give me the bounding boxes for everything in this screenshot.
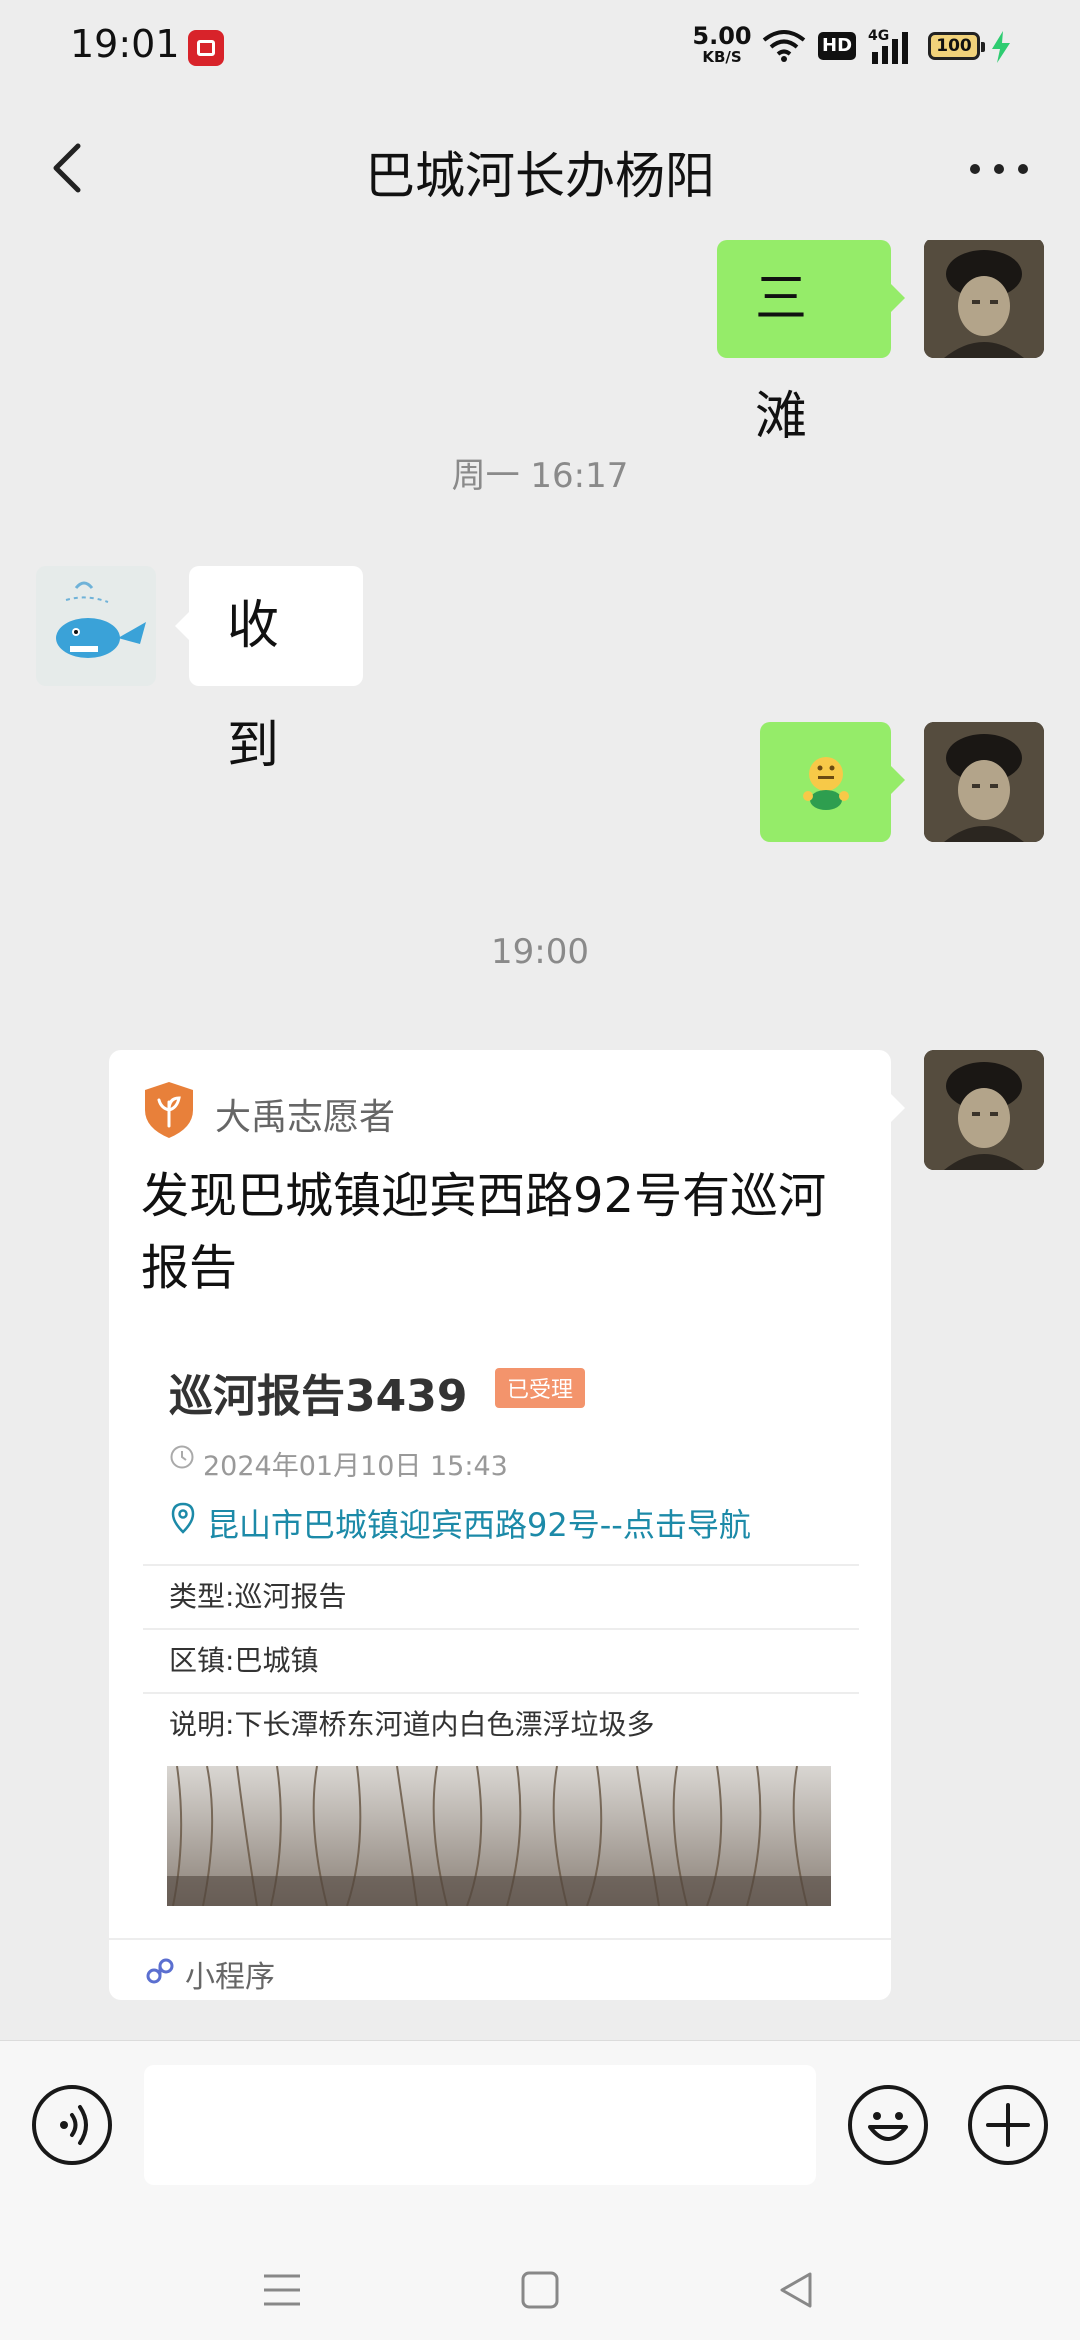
status-badge: 已受理: [495, 1368, 586, 1408]
contact-message-bubble[interactable]: 收到: [189, 566, 363, 776]
message-text: 收到: [227, 596, 280, 776]
card-title: 发现巴城镇迎宾西路92号有巡河报告: [141, 1168, 827, 1296]
voice-icon: [60, 2105, 88, 2145]
home-icon[interactable]: [520, 2270, 560, 2310]
field-label: 说明:: [169, 1708, 235, 1741]
battery-level: 100: [936, 36, 972, 56]
message-input[interactable]: [144, 2065, 816, 2185]
mini-program-icon: [146, 1958, 174, 1984]
mini-program-label: 小程序: [185, 1960, 275, 1995]
network-speed-unit: KB/S: [702, 48, 742, 66]
contact-avatar[interactable]: [36, 566, 156, 686]
smiley-icon: [868, 2112, 908, 2141]
report-field-row: 类型:巡河报告: [143, 1564, 859, 1628]
chat-timestamp: 周一 16:17: [451, 456, 629, 496]
status-bar: 19:01 5.00 KB/S HD 4G 100: [0, 0, 1080, 96]
more-functions-button[interactable]: [968, 2085, 1048, 2165]
my-avatar[interactable]: [924, 722, 1044, 842]
my-emoji-bubble[interactable]: [760, 722, 891, 842]
menu-icon[interactable]: [262, 2272, 302, 2308]
my-avatar[interactable]: [924, 1050, 1044, 1170]
field-value: 巡河报告: [234, 1580, 347, 1613]
chat-timestamp: 19:00: [491, 932, 589, 972]
field-label: 类型:: [169, 1580, 235, 1613]
charging-icon: [992, 31, 1010, 63]
mini-program-card[interactable]: 大禹志愿者 发现巴城镇迎宾西路92号有巡河报告 巡河报告3439 已受理 202…: [109, 1050, 891, 2000]
clock-icon: [170, 1445, 194, 1469]
shield-leaf-icon: [145, 1082, 193, 1138]
bubble-tail: [175, 612, 189, 640]
network-speed: 5.00 KB/S: [690, 24, 754, 65]
card-footer: 小程序: [109, 1938, 891, 2000]
system-navigation-bar: [0, 2240, 1080, 2340]
field-value: 下长潭桥东河道内白色漂浮垃圾多: [234, 1708, 655, 1741]
report-datetime: 2024年01月10日 15:43: [203, 1451, 508, 1482]
back-triangle-icon[interactable]: [776, 2270, 816, 2310]
report-field-row: 说明:下长潭桥东河道内白色漂浮垃圾多: [143, 1692, 859, 1756]
status-time: 19:01: [70, 22, 180, 66]
cellular-signal-icon: 4G: [868, 28, 908, 64]
emoji-figure-icon: [802, 757, 849, 810]
network-speed-value: 5.00: [692, 22, 752, 50]
card-brand-name: 大禹志愿者: [215, 1097, 396, 1138]
whale-drawing: [36, 566, 156, 686]
network-type-label: 4G: [868, 28, 889, 44]
field-value: 巴城镇: [234, 1644, 319, 1677]
hd-badge: HD: [818, 32, 857, 60]
app-notification-icon: [188, 30, 224, 66]
location-pin-icon: [171, 1502, 195, 1534]
chat-header: 巴城河长办杨阳: [0, 96, 1080, 240]
plus-icon: [986, 2103, 1030, 2147]
bubble-tail: [891, 766, 905, 794]
message-text: 三滩: [755, 269, 808, 447]
my-message-bubble[interactable]: 三滩: [717, 240, 891, 447]
my-avatar[interactable]: [924, 240, 1044, 358]
report-field-row: 区镇:巴城镇: [143, 1628, 859, 1692]
navigation-link[interactable]: 昆山市巴城镇迎宾西路92号--点击导航: [207, 1500, 751, 1546]
bubble-tail: [891, 1094, 905, 1122]
battery-icon: 100: [928, 32, 985, 60]
emoji-button[interactable]: [848, 2085, 928, 2165]
portrait-photo: [924, 722, 1044, 842]
bubble-tail: [891, 284, 905, 312]
field-label: 区镇:: [169, 1644, 235, 1677]
portrait-photo: [924, 1050, 1044, 1170]
report-photo: [167, 1766, 831, 1906]
report-title: 巡河报告3439: [169, 1371, 468, 1422]
wifi-icon: [762, 30, 806, 62]
input-bar: [0, 2040, 1080, 2241]
voice-input-button[interactable]: [32, 2085, 112, 2165]
more-options-icon[interactable]: [964, 152, 1034, 182]
chat-title: 巴城河长办杨阳: [365, 147, 715, 205]
message-list[interactable]: 三滩 周一 16:17 收到 19:00 大禹志愿者 发现巴城镇迎宾西路92号有…: [0, 240, 1080, 2040]
portrait-photo: [924, 240, 1044, 358]
